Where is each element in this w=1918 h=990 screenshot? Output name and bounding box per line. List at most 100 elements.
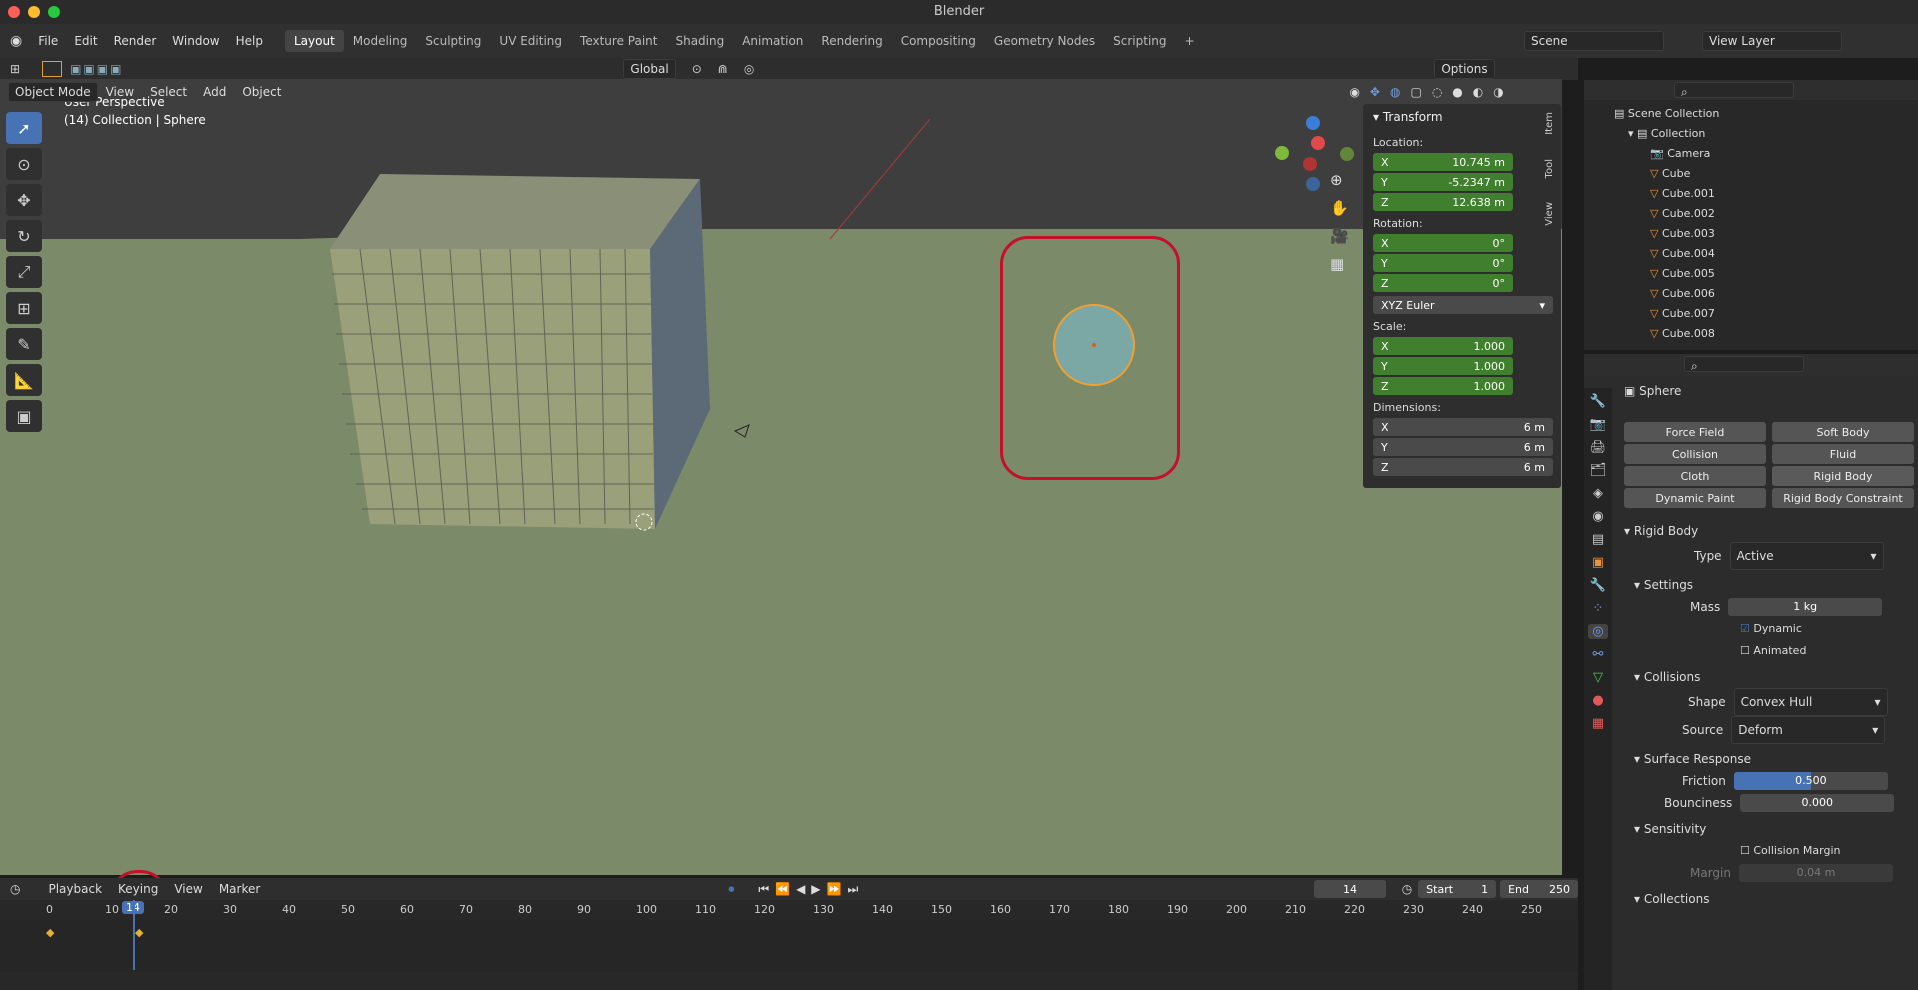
tab-modeling[interactable]: Modeling (344, 30, 417, 52)
rigid-body-constraint-button[interactable]: Rigid Body Constraint (1772, 488, 1914, 508)
type-dropdown[interactable]: Active ▾ (1729, 542, 1884, 570)
options-dropdown[interactable]: Options (1434, 59, 1495, 79)
scene-collection-row[interactable]: ▤ Scene Collection (1614, 104, 1918, 124)
dynamic-paint-button[interactable]: Dynamic Paint (1624, 488, 1766, 508)
menu-help[interactable]: Help (228, 34, 271, 48)
tool-tab-icon[interactable]: 🔧 (1590, 394, 1606, 409)
data-tab-icon[interactable]: ▽ (1593, 670, 1603, 685)
tab-compositing[interactable]: Compositing (892, 30, 985, 52)
world-tab-icon[interactable]: ◉ (1592, 509, 1603, 524)
dimension-y-field[interactable]: Y6 m (1373, 438, 1553, 456)
playback-controls[interactable]: ⏮⏪◀▶⏩⏭ (758, 882, 864, 897)
collection-row[interactable]: ▾ ▤ Collection (1614, 124, 1918, 144)
select-box-icon[interactable] (42, 61, 63, 77)
overlay-toggle-icon[interactable]: ◍ (1390, 85, 1400, 99)
transform-panel-title[interactable]: ▾ Transform (1363, 104, 1561, 130)
tab-rendering[interactable]: Rendering (812, 30, 891, 52)
rotation-x-field[interactable]: X 0° (1373, 234, 1513, 252)
menu-window[interactable]: Window (164, 34, 227, 48)
shape-dropdown[interactable]: Convex Hull ▾ (1733, 688, 1888, 716)
outliner-item-cube-008[interactable]: ▽ Cube.008 (1650, 324, 1918, 344)
snap-icon[interactable]: ⋒ (718, 62, 728, 76)
menu-render[interactable]: Render (106, 34, 165, 48)
properties-search-input[interactable]: ⌕ (1684, 356, 1804, 373)
pan-hand-icon[interactable]: ✋ (1330, 199, 1349, 217)
scale-tool-icon[interactable]: ⤢ (6, 256, 42, 288)
soft-body-button[interactable]: Soft Body (1772, 422, 1914, 442)
timeline-editor-type-icon[interactable]: ◷ (10, 882, 20, 896)
close-window-icon[interactable] (8, 6, 20, 18)
dynamic-checkbox[interactable]: ☑ Dynamic (1624, 618, 1914, 640)
modifiers-tab-icon[interactable]: 🔧 (1590, 578, 1606, 593)
render-tab-icon[interactable]: 📷 (1590, 417, 1606, 432)
wireframe-shading-icon[interactable]: ◌ (1432, 85, 1442, 99)
material-tab-icon[interactable]: ● (1592, 693, 1603, 708)
outliner-item-cube-002[interactable]: ▽ Cube.002 (1650, 204, 1918, 224)
particles-tab-icon[interactable]: ⁘ (1593, 601, 1604, 616)
rigid-body-panel-title[interactable]: ▾ Rigid Body (1624, 520, 1914, 542)
pivot-icon[interactable]: ⊙ (692, 62, 702, 76)
viewport-menu-view[interactable]: View (98, 85, 142, 99)
rotation-y-field[interactable]: Y 0° (1373, 254, 1513, 272)
physics-tab-icon[interactable]: ◎ (1588, 624, 1608, 639)
scene-tab-icon[interactable]: ◈ (1593, 486, 1603, 501)
cursor-tool-icon[interactable]: ⊙ (6, 148, 42, 180)
tab-animation[interactable]: Animation (733, 30, 812, 52)
settings-section[interactable]: ▾ Settings (1624, 574, 1914, 596)
zoom-icon[interactable]: ⊕ (1330, 171, 1349, 189)
texture-tab-icon[interactable]: ▦ (1592, 716, 1604, 731)
visibility-icon[interactable]: ◉ (1349, 85, 1359, 99)
current-frame-field[interactable]: 14 (1314, 880, 1386, 898)
add-workspace-icon[interactable]: + (1176, 30, 1204, 52)
outliner-item-cube[interactable]: ▽ Cube (1650, 164, 1918, 184)
location-y-field[interactable]: Y -5.2347 m (1373, 173, 1513, 191)
viewport-menu-object[interactable]: Object (234, 85, 289, 99)
force-field-button[interactable]: Force Field (1624, 422, 1766, 442)
outliner-item-cube-007[interactable]: ▽ Cube.007 (1650, 304, 1918, 324)
timeline-ruler[interactable]: 0 10 20 30 40 50 60 70 80 90 100 110 120 130 140 150 160… (0, 900, 1578, 920)
tab-geometry-nodes[interactable]: Geometry Nodes (985, 30, 1104, 52)
transform-tool-icon[interactable]: ⊞ (6, 292, 42, 324)
viewport-menu-add[interactable]: Add (195, 85, 234, 99)
tab-shading[interactable]: Shading (666, 30, 733, 52)
tab-texture-paint[interactable]: Texture Paint (571, 30, 666, 52)
viewport-menu-select[interactable]: Select (142, 85, 195, 99)
object-mode-dropdown[interactable]: Object Mode (8, 82, 98, 102)
collection-tab-icon[interactable]: ▤ (1592, 532, 1604, 547)
surface-response-section[interactable]: ▾ Surface Response (1624, 748, 1914, 770)
timeline-menu-marker[interactable]: Marker (211, 882, 268, 896)
outliner-item-cube-006[interactable]: ▽ Cube.006 (1650, 284, 1918, 304)
margin-field[interactable]: 0.04 m (1739, 864, 1893, 882)
outliner-item-cube-003[interactable]: ▽ Cube.003 (1650, 224, 1918, 244)
sidebar-tab-tool[interactable]: Tool (1544, 159, 1558, 178)
rotation-mode-dropdown[interactable]: XYZ Euler ▾ (1373, 296, 1553, 314)
animated-checkbox[interactable]: ☐ Animated (1624, 640, 1914, 662)
maximize-window-icon[interactable] (48, 6, 60, 18)
location-x-field[interactable]: X 10.745 m (1373, 153, 1513, 171)
move-tool-icon[interactable]: ✥ (6, 184, 42, 216)
bounciness-slider[interactable]: 0.000 (1740, 794, 1895, 812)
record-icon[interactable]: ⏺ (728, 882, 734, 897)
add-cube-tool-icon[interactable]: ▣ (6, 400, 42, 432)
dimension-z-field[interactable]: Z6 m (1373, 458, 1553, 476)
orientation-dropdown[interactable]: Global (623, 59, 676, 79)
editor-type-icon[interactable]: ⊞ (10, 62, 20, 76)
camera-view-icon[interactable]: 🎥 (1330, 227, 1349, 245)
menu-file[interactable]: File (30, 34, 66, 48)
tab-scripting[interactable]: Scripting (1104, 30, 1175, 52)
keyframe-icon[interactable]: ◆ (46, 926, 54, 939)
timeline-menu-playback[interactable]: Playback (40, 882, 110, 896)
view-layer-tab-icon[interactable]: 🗂 (1590, 463, 1607, 478)
sensitivity-section[interactable]: ▾ Sensitivity (1624, 818, 1914, 840)
scale-x-field[interactable]: X 1.000 (1373, 337, 1513, 355)
constraints-tab-icon[interactable]: ⚯ (1593, 647, 1604, 662)
rotate-tool-icon[interactable]: ↻ (6, 220, 42, 252)
rotation-z-field[interactable]: Z 0° (1373, 274, 1513, 292)
output-tab-icon[interactable]: 🖨 (1590, 440, 1607, 455)
timeline-menu-keying[interactable]: Keying (110, 882, 166, 896)
dimension-x-field[interactable]: X6 m (1373, 418, 1553, 436)
xray-icon[interactable]: ▢ (1410, 85, 1421, 99)
minimize-window-icon[interactable] (28, 6, 40, 18)
outliner-item-cube-005[interactable]: ▽ Cube.005 (1650, 264, 1918, 284)
timeline-menu-view[interactable]: View (166, 882, 210, 896)
